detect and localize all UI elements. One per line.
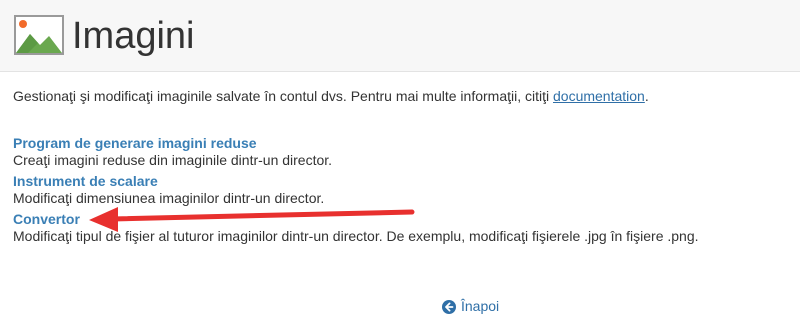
page-title: Imagini — [72, 15, 195, 57]
intro-text-before: Gestionaţi şi modificaţi imaginile salva… — [13, 88, 553, 104]
converter-link[interactable]: Convertor — [13, 211, 793, 228]
converter-description: Modificaţi tipul de fişier al tuturor im… — [13, 228, 699, 244]
tool-scaler: Instrument de scalare Modificaţi dimensi… — [13, 173, 793, 207]
thumbnail-generator-link[interactable]: Program de generare imagini reduse — [13, 135, 793, 152]
intro-text: Gestionaţi şi modificaţi imaginile salva… — [13, 88, 793, 105]
circle-arrow-left-icon — [442, 299, 456, 314]
documentation-link[interactable]: documentation — [553, 88, 645, 104]
tool-converter: Convertor Modificaţi tipul de fişier al … — [13, 211, 793, 245]
page-header: Imagini — [0, 0, 800, 72]
thumbnail-generator-description: Creaţi imagini reduse din imaginile dint… — [13, 152, 333, 168]
scaler-link[interactable]: Instrument de scalare — [13, 173, 793, 190]
tool-thumbnail-generator: Program de generare imagini reduse Creaţ… — [13, 135, 793, 169]
scaler-description: Modificaţi dimensiunea imaginilor dintr-… — [13, 190, 325, 206]
back-link[interactable]: Înapoi — [442, 298, 499, 315]
page: Imagini Gestionaţi şi modificaţi imagini… — [0, 0, 800, 336]
intro-text-after: . — [644, 88, 649, 104]
image-landscape-icon — [14, 15, 64, 55]
back-link-label: Înapoi — [461, 298, 500, 314]
